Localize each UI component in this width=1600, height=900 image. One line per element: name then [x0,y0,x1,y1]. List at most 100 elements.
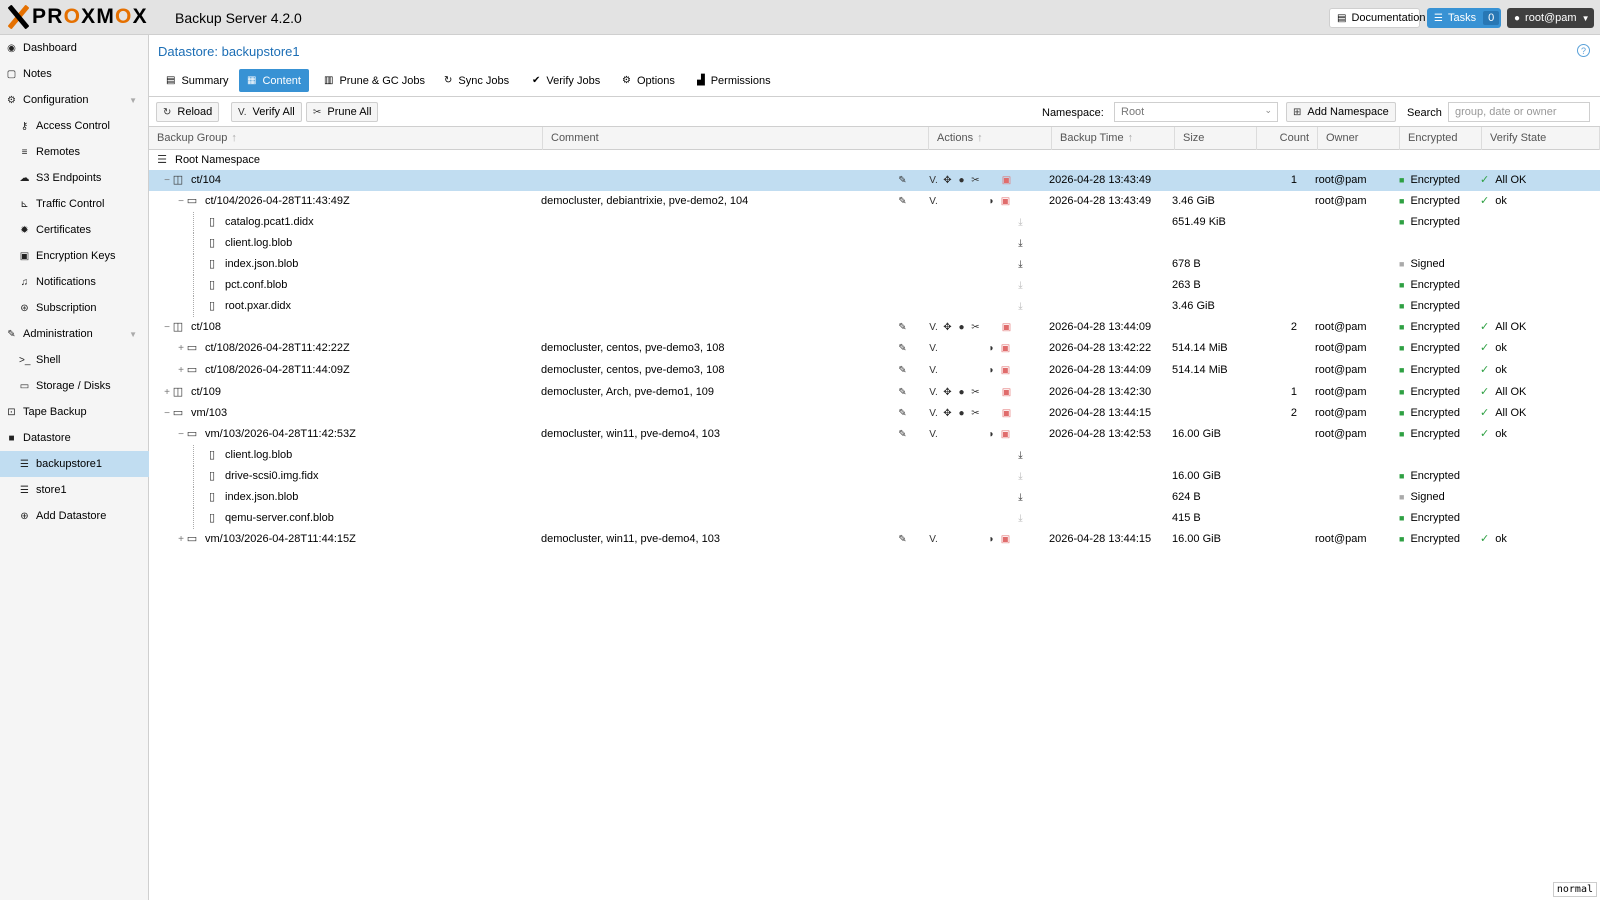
prune-icon[interactable]: ✂ [969,317,982,338]
change-owner-icon[interactable]: ● [955,170,968,191]
file-row[interactable]: ▯ qemu-server.conf.blob ⤓ 415 B ■ Encrypte… [149,508,1600,529]
user-menu-button[interactable]: ● root@pam ▼ [1507,8,1594,28]
collapse-caret-icon[interactable]: ▼ [129,330,137,339]
collapse-icon[interactable]: − [177,191,185,212]
delete-icon[interactable]: ▣ [1000,403,1013,424]
change-owner-icon[interactable]: ● [955,403,968,424]
backup-group-row[interactable]: − ◫ ct/104 ✎ V. ✥ ● ✂ ▣ 2026-04-28 13:43:49 1… [149,170,1600,191]
sidebar-item-administration[interactable]: ✎ Administration ▼ [0,321,149,347]
tab-content[interactable]: ▦ Content [239,69,309,92]
protect-shield-icon[interactable]: ◗ [985,424,998,445]
namespace-select[interactable]: Root ⌄ [1114,102,1278,122]
download-icon[interactable]: ⤓ [1014,445,1027,466]
backup-group-row[interactable]: − ◫ ct/108 ✎ V. ✥ ● ✂ ▣ 2026-04-28 13:44:09 2… [149,317,1600,338]
edit-icon[interactable]: ✎ [896,360,909,381]
verify-icon[interactable]: V. [927,529,940,550]
sidebar-item-datastore[interactable]: ■ Datastore [0,425,149,451]
verify-icon[interactable]: V. [927,317,940,338]
file-row[interactable]: ▯ client.log.blob ⤓ [149,445,1600,466]
reload-button[interactable]: ↻ Reload [156,102,220,122]
tab-options[interactable]: ⚙ Options [614,69,683,92]
move-icon[interactable]: ✥ [941,170,954,191]
sidebar-item-traffic-control[interactable]: ⊾ Traffic Control [0,191,149,217]
column-header-verify-state[interactable]: Verify State [1482,127,1600,150]
snapshot-row[interactable]: + ▭ ct/108/2026-04-28T11:44:09Z democluste… [149,360,1600,381]
snapshot-row[interactable]: + ▭ ct/108/2026-04-28T11:42:22Z democluste… [149,338,1600,359]
protect-shield-icon[interactable]: ◗ [985,338,998,359]
verify-icon[interactable]: V. [927,338,940,359]
sidebar-item-configuration[interactable]: ⚙ Configuration ▼ [0,87,149,113]
column-header-count[interactable]: Count [1257,127,1318,150]
tasks-button[interactable]: ☰ Tasks 0 [1427,8,1501,28]
sidebar-item-add-datastore[interactable]: ⊕ Add Datastore [0,503,149,529]
delete-icon[interactable]: ▣ [1000,382,1013,403]
sidebar-item-notifications[interactable]: ♫ Notifications [0,269,149,295]
column-header-encrypted[interactable]: Encrypted [1400,127,1482,150]
edit-icon[interactable]: ✎ [896,338,909,359]
sidebar-item-shell[interactable]: >_ Shell [0,347,149,373]
sidebar-item-encryption-keys[interactable]: ▣ Encryption Keys [0,243,149,269]
delete-icon[interactable]: ▣ [999,360,1012,381]
prune-icon[interactable]: ✂ [969,382,982,403]
column-header-backup-time[interactable]: Backup Time ↑ [1052,127,1175,150]
sidebar-item-s3-endpoints[interactable]: ☁ S3 Endpoints [0,165,149,191]
collapse-icon[interactable]: − [177,424,185,445]
delete-icon[interactable]: ▣ [999,424,1012,445]
edit-icon[interactable]: ✎ [896,424,909,445]
delete-icon[interactable]: ▣ [1000,317,1013,338]
column-header-backup-group[interactable]: Backup Group ↑ [149,127,543,150]
expand-icon[interactable]: + [163,382,171,403]
backup-group-row[interactable]: + ◫ ct/109 democluster, Arch, pve-demo1, 1… [149,382,1600,403]
sidebar-item-dashboard[interactable]: ◉ Dashboard [0,35,149,61]
file-row[interactable]: ▯ root.pxar.didx ⤓ 3.46 GiB ■ Encrypted [149,296,1600,317]
sidebar-item-access-control[interactable]: ⚷ Access Control [0,113,149,139]
collapse-caret-icon[interactable]: ▼ [129,96,137,105]
proxmox-logo[interactable]: PROXMOX [6,4,148,30]
file-row[interactable]: ▯ pct.conf.blob ⤓ 263 B ■ Encrypted [149,275,1600,296]
sidebar-item-certificates[interactable]: ✹ Certificates [0,217,149,243]
move-icon[interactable]: ✥ [941,403,954,424]
verify-all-button[interactable]: V. Verify All [231,102,302,122]
edit-icon[interactable]: ✎ [896,529,909,550]
protect-shield-icon[interactable]: ◗ [985,191,998,212]
search-input[interactable]: group, date or owner [1448,102,1590,122]
delete-icon[interactable]: ▣ [1000,170,1013,191]
add-namespace-button[interactable]: ⊞ Add Namespace [1286,102,1396,122]
file-row[interactable]: ▯ index.json.blob ⤓ 678 B ■ Signed [149,254,1600,275]
sidebar-item-subscription[interactable]: ⊛ Subscription [0,295,149,321]
verify-icon[interactable]: V. [927,170,940,191]
verify-icon[interactable]: V. [927,360,940,381]
file-row[interactable]: ▯ index.json.blob ⤓ 624 B ■ Signed [149,487,1600,508]
sidebar-item-tape-backup[interactable]: ⊡ Tape Backup [0,399,149,425]
delete-icon[interactable]: ▣ [999,338,1012,359]
sidebar-item-backupstore1[interactable]: ☰ backupstore1 [0,451,149,477]
help-icon[interactable]: ? [1577,44,1590,57]
sidebar-item-storage-disks[interactable]: ▭ Storage / Disks [0,373,149,399]
download-icon[interactable]: ⤓ [1014,254,1027,275]
prune-icon[interactable]: ✂ [969,170,982,191]
edit-icon[interactable]: ✎ [896,191,909,212]
snapshot-row[interactable]: − ▭ ct/104/2026-04-28T11:43:49Z democluste… [149,191,1600,212]
collapse-icon[interactable]: − [163,317,171,338]
delete-icon[interactable]: ▣ [999,191,1012,212]
tab-sync-jobs[interactable]: ↻ Sync Jobs [436,69,517,92]
expand-icon[interactable]: + [177,338,185,359]
sidebar-item-remotes[interactable]: ≡ Remotes [0,139,149,165]
sidebar-item-store1[interactable]: ☰ store1 [0,477,149,503]
backup-group-row[interactable]: − ▭ vm/103 ✎ V. ✥ ● ✂ ▣ 2026-04-28 13:44:15 2… [149,403,1600,424]
snapshot-row[interactable]: + ▭ vm/103/2026-04-28T11:44:15Z democluste… [149,529,1600,550]
column-header-owner[interactable]: Owner [1318,127,1400,150]
protect-shield-icon[interactable]: ◗ [985,360,998,381]
change-owner-icon[interactable]: ● [955,317,968,338]
protect-shield-icon[interactable]: ◗ [985,529,998,550]
change-owner-icon[interactable]: ● [955,382,968,403]
prune-icon[interactable]: ✂ [969,403,982,424]
edit-icon[interactable]: ✎ [896,317,909,338]
tab-summary[interactable]: ▤ Summary [158,69,237,92]
snapshot-row[interactable]: − ▭ vm/103/2026-04-28T11:42:53Z democluste… [149,424,1600,445]
tab-verify-jobs[interactable]: ✔ Verify Jobs [524,69,608,92]
verify-icon[interactable]: V. [927,191,940,212]
column-header-actions[interactable]: Actions ↑ [929,127,1052,150]
edit-icon[interactable]: ✎ [896,403,909,424]
file-row[interactable]: ▯ client.log.blob ⤓ [149,233,1600,254]
